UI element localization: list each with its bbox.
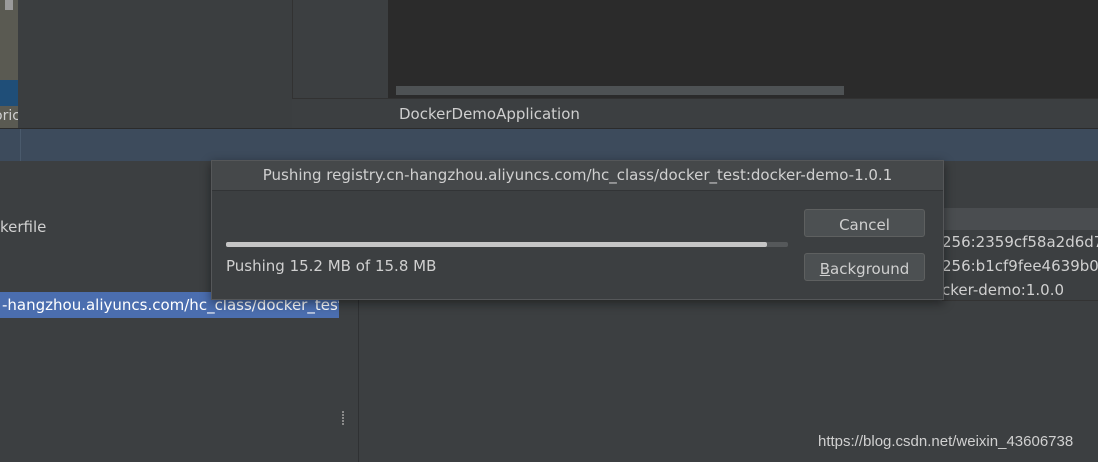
progress-bar-fill (226, 242, 767, 247)
dialog-title: Pushing registry.cn-hangzhou.aliyuncs.co… (212, 161, 943, 191)
details-row-3: cker-demo:1.0.0 (942, 281, 1065, 299)
resize-grip-icon[interactable] (340, 410, 346, 430)
run-config-name[interactable]: DockerDemoApplication (399, 105, 580, 123)
horizontal-scrollbar[interactable] (396, 86, 844, 95)
project-panel (18, 0, 292, 128)
details-separator (942, 300, 1098, 301)
editor-area[interactable] (388, 0, 1098, 98)
background-button[interactable]: Background (804, 253, 925, 281)
details-row-2: 256:b1cf9fee4639b01 (942, 257, 1098, 275)
background-label: ackground (830, 260, 910, 278)
watermark-text: https://blog.csdn.net/weixin_43606738 (818, 433, 1074, 450)
details-row-1: 256:2359cf58a2d6d7 (942, 233, 1098, 251)
tool-window-header (0, 128, 1098, 162)
background-mnemonic: B (819, 260, 831, 278)
run-config-bar: DockerDemoApplication (292, 98, 1098, 129)
gutter-panel (292, 0, 389, 98)
thumbnail-detail (5, 0, 13, 10)
progress-status-text: Pushing 15.2 MB of 15.8 MB (226, 257, 437, 275)
thumbnail-preview: oric (0, 0, 18, 128)
details-table-header (942, 208, 1098, 230)
tree-item-dockerfile[interactable]: kerfile (0, 218, 46, 236)
header-divider (20, 129, 21, 162)
progress-bar (226, 242, 788, 247)
cancel-button[interactable]: Cancel (804, 209, 925, 237)
push-progress-dialog: Pushing registry.cn-hangzhou.aliyuncs.co… (211, 160, 944, 300)
thumbnail-accent (0, 80, 18, 106)
thumbnail-label: oric (0, 108, 18, 124)
